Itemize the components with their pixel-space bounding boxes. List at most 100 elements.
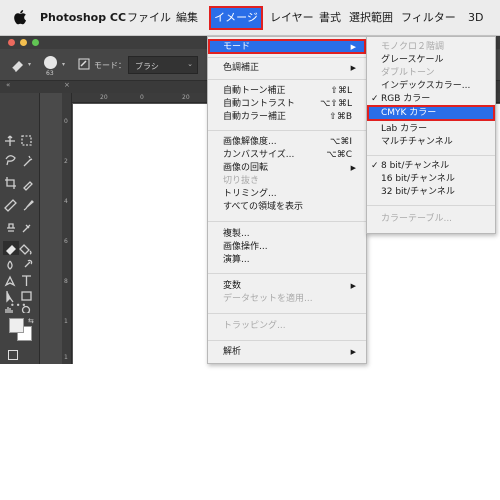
menu-item-label: すべての領域を表示 bbox=[223, 202, 304, 212]
minimize-window-button[interactable] bbox=[20, 39, 27, 46]
tool-column-bg bbox=[40, 93, 62, 364]
menu-item-lab-color[interactable]: Lab カラー bbox=[367, 123, 495, 136]
magic-wand-icon bbox=[23, 155, 33, 167]
menu-item-auto-contrast[interactable]: 自動コントラスト ⌥⇧⌘L bbox=[208, 98, 366, 111]
submenu-arrow-icon: ▶ bbox=[350, 164, 356, 172]
menu-item-apply-image[interactable]: 画像操作... bbox=[208, 241, 366, 254]
menu-shortcut: ⇧⌘B bbox=[329, 112, 352, 122]
ruler-tick: 1 bbox=[64, 318, 68, 325]
menu-bar: Photoshop CC ファイル 編集 イメージ レイヤー 書式 選択範囲 フ… bbox=[0, 0, 500, 36]
menu-item-apply-data-set: データセットを適用... bbox=[208, 293, 366, 306]
ruler-tick: 4 bbox=[64, 198, 68, 205]
menu-item-32bit[interactable]: 32 bit/チャンネル bbox=[367, 186, 495, 199]
menu-item-grayscale[interactable]: グレースケール bbox=[367, 54, 495, 67]
ruler-tick: 2 bbox=[64, 158, 68, 165]
dodge-tool-icon bbox=[24, 259, 33, 268]
menu-item-label: 解析 bbox=[223, 347, 242, 357]
menu-item-label: 32 bit/チャンネル bbox=[381, 187, 455, 197]
menu-shortcut: ⌥⇧⌘L bbox=[320, 99, 352, 109]
submenu-arrow-icon: ▶ bbox=[350, 64, 356, 72]
menu-shortcut: ⌥⌘I bbox=[329, 137, 352, 147]
menu-item-variables[interactable]: 変数 ▶ bbox=[208, 280, 366, 293]
menu-separator bbox=[367, 205, 495, 206]
brush-tip-icon[interactable] bbox=[44, 56, 57, 69]
menu-image[interactable]: イメージ bbox=[209, 6, 263, 30]
menu-item-calculations[interactable]: 演算... bbox=[208, 254, 366, 267]
menu-item-adjustments[interactable]: 色調補正 ▶ bbox=[208, 62, 366, 75]
close-tab-icon[interactable]: × bbox=[64, 81, 70, 89]
menu-file[interactable]: ファイル bbox=[127, 11, 171, 25]
zoom-window-button[interactable] bbox=[32, 39, 39, 46]
menu-select[interactable]: 選択範囲 bbox=[349, 11, 393, 25]
menu-item-label: グレースケール bbox=[381, 55, 444, 65]
more-tools-icon[interactable]: ••• bbox=[10, 301, 27, 310]
menu-item-mode-label: モード bbox=[223, 42, 251, 52]
menu-item-label: 変数 bbox=[223, 281, 242, 291]
paint-bucket-icon bbox=[19, 244, 32, 255]
menu-item-label: 複製... bbox=[223, 229, 250, 239]
brush-panel-icon[interactable] bbox=[78, 58, 90, 70]
menu-item-8bit[interactable]: ✓ 8 bit/チャンネル bbox=[367, 160, 495, 173]
eraser-tool-preset-icon[interactable] bbox=[10, 58, 26, 72]
brush-size-value: 63 bbox=[46, 70, 54, 77]
menu-item-canvas-size[interactable]: カンバスサイズ... ⌥⌘C bbox=[208, 149, 366, 162]
menu-separator bbox=[208, 130, 366, 131]
collapse-icon[interactable]: « bbox=[6, 81, 10, 89]
menu-item-multichannel[interactable]: マルチチャンネル bbox=[367, 136, 495, 149]
menu-item-auto-tone[interactable]: 自動トーン補正 ⇧⌘L bbox=[208, 85, 366, 98]
menu-edit[interactable]: 編集 bbox=[176, 11, 198, 25]
menu-item-analysis[interactable]: 解析 ▶ bbox=[208, 346, 366, 359]
menu-separator bbox=[208, 340, 366, 341]
chevron-down-icon[interactable]: ▾ bbox=[28, 61, 31, 68]
mode-label: モード： bbox=[94, 61, 126, 70]
menu-separator bbox=[367, 155, 495, 156]
menu-item-label: 画像解像度... bbox=[223, 137, 277, 147]
menu-item-cmyk-color[interactable]: CMYK カラー bbox=[367, 105, 495, 121]
swap-colors-icon[interactable]: ⇆ bbox=[28, 317, 34, 325]
submenu-arrow-icon: ▶ bbox=[350, 282, 356, 290]
menu-shortcut: ⇧⌘L bbox=[330, 86, 352, 96]
mode-dropdown[interactable]: ブラシ ⌄ bbox=[128, 56, 198, 74]
menu-item-reveal-all[interactable]: すべての領域を表示 bbox=[208, 201, 366, 214]
marquee-tool-icon bbox=[21, 135, 32, 146]
ruler-tick: 0 bbox=[140, 94, 144, 101]
foreground-color-swatch[interactable] bbox=[9, 318, 24, 333]
mode-dropdown-value: ブラシ bbox=[135, 62, 159, 71]
checkmark-icon: ✓ bbox=[371, 161, 379, 171]
menu-item-trim[interactable]: トリミング... bbox=[208, 188, 366, 201]
menu-item-trap: トラッピング... bbox=[208, 320, 366, 333]
menu-item-image-size[interactable]: 画像解像度... ⌥⌘I bbox=[208, 136, 366, 149]
menu-3d[interactable]: 3D bbox=[468, 11, 483, 25]
menu-item-duplicate[interactable]: 複製... bbox=[208, 228, 366, 241]
menu-item-indexed-color[interactable]: インデックスカラー... bbox=[367, 80, 495, 93]
menu-filter[interactable]: フィルター bbox=[401, 11, 456, 25]
menu-type[interactable]: 書式 bbox=[319, 11, 341, 25]
menu-item-duotone: ダブルトーン bbox=[367, 67, 495, 80]
ruler-tick: 0 bbox=[64, 118, 68, 125]
menu-item-image-rotation[interactable]: 画像の回転 ▶ bbox=[208, 162, 366, 175]
menu-item-label: 8 bit/チャンネル bbox=[381, 161, 450, 171]
menu-photoshop[interactable]: Photoshop CC bbox=[40, 11, 126, 25]
menu-item-label: 16 bit/チャンネル bbox=[381, 174, 455, 184]
submenu-arrow-icon: ▶ bbox=[350, 43, 356, 51]
apple-icon[interactable] bbox=[13, 9, 27, 25]
menu-item-label: 自動トーン補正 bbox=[223, 86, 286, 96]
menu-item-bitmap: モノクロ２階調 bbox=[367, 41, 495, 54]
type-tool-icon bbox=[22, 275, 31, 286]
menu-item-mode[interactable]: モード ▶ bbox=[208, 39, 366, 54]
image-menu: モード ▶ 色調補正 ▶ 自動トーン補正 ⇧⌘L 自動コントラスト ⌥⇧⌘L 自… bbox=[207, 36, 367, 364]
menu-item-auto-color[interactable]: 自動カラー補正 ⇧⌘B bbox=[208, 111, 366, 124]
menu-item-label: 自動カラー補正 bbox=[223, 112, 287, 122]
menu-separator bbox=[208, 57, 366, 58]
chevron-down-icon[interactable]: ▾ bbox=[62, 61, 65, 68]
quick-mask-icon[interactable] bbox=[8, 350, 18, 360]
menu-item-16bit[interactable]: 16 bit/チャンネル bbox=[367, 173, 495, 186]
menu-layer[interactable]: レイヤー bbox=[270, 11, 314, 25]
menu-item-label: CMYK カラー bbox=[381, 108, 437, 118]
eyedropper-icon bbox=[23, 181, 33, 191]
menu-item-label: マルチチャンネル bbox=[381, 137, 453, 147]
close-window-button[interactable] bbox=[8, 39, 15, 46]
menu-item-label: 切り抜き bbox=[223, 176, 260, 186]
menu-item-label: データセットを適用... bbox=[223, 294, 313, 304]
vertical-ruler: 0 2 4 6 8 1 1 bbox=[62, 93, 72, 364]
